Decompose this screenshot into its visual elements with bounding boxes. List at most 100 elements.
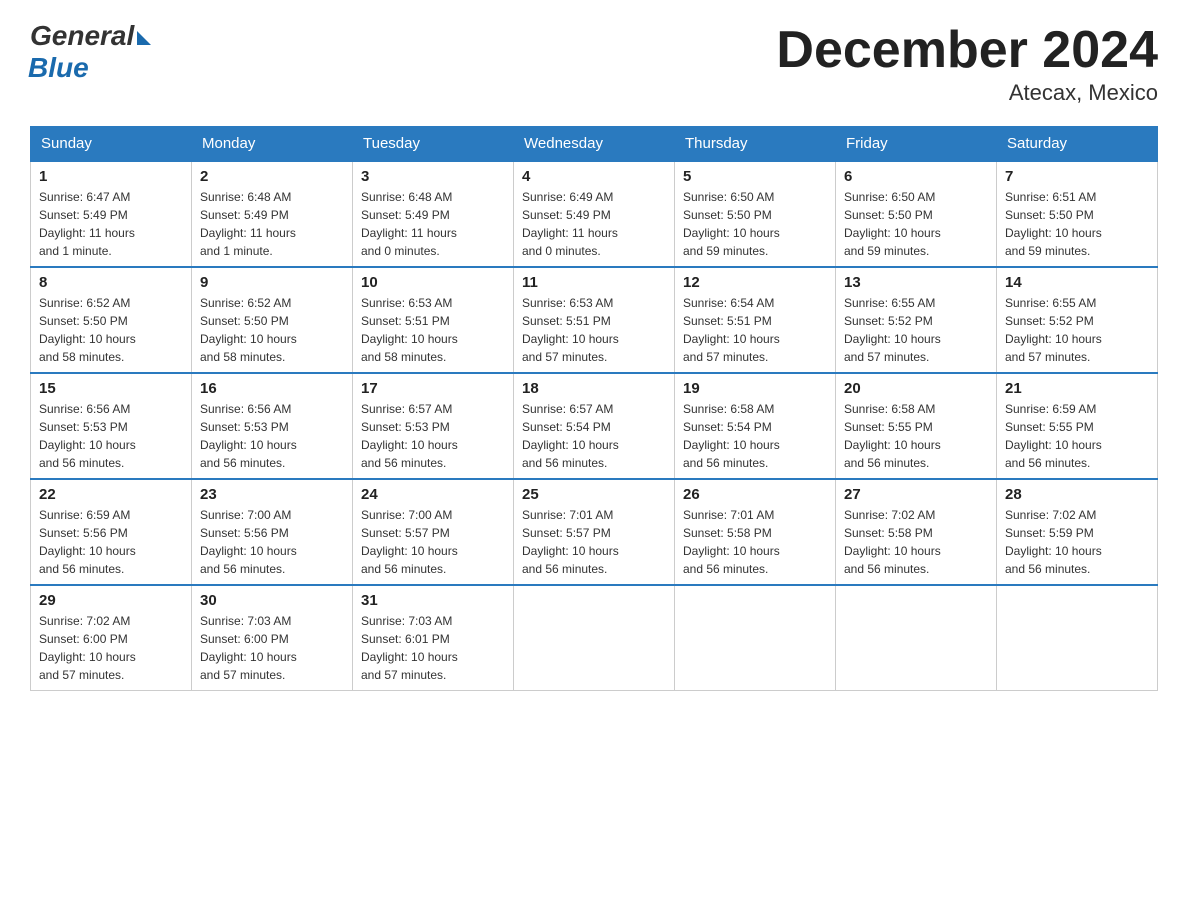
table-row (514, 585, 675, 691)
table-row: 29 Sunrise: 7:02 AM Sunset: 6:00 PM Dayli… (31, 585, 192, 691)
calendar-row: 29 Sunrise: 7:02 AM Sunset: 6:00 PM Dayli… (31, 585, 1158, 691)
table-row: 9Sunrise: 6:52 AM Sunset: 5:50 PM Daylig… (192, 267, 353, 373)
day-number: 27 (844, 486, 988, 503)
day-info: Sunrise: 7:02 AM Sunset: 5:58 PM Dayligh… (844, 506, 988, 578)
day-number: 20 (844, 380, 988, 397)
day-info: Sunrise: 6:48 AM Sunset: 5:49 PM Dayligh… (361, 188, 505, 260)
calendar-row: 22 Sunrise: 6:59 AM Sunset: 5:56 PM Dayli… (31, 479, 1158, 585)
table-row: 18 Sunrise: 6:57 AM Sunset: 5:54 PM Dayli… (514, 373, 675, 479)
header-row: Sunday Monday Tuesday Wednesday Thursday… (31, 127, 1158, 162)
day-number: 26 (683, 486, 827, 503)
table-row: 23 Sunrise: 7:00 AM Sunset: 5:56 PM Dayli… (192, 479, 353, 585)
day-number: 23 (200, 486, 344, 503)
table-row: 11 Sunrise: 6:53 AM Sunset: 5:51 PM Dayli… (514, 267, 675, 373)
day-number: 13 (844, 274, 988, 291)
table-row: 20 Sunrise: 6:58 AM Sunset: 5:55 PM Dayli… (836, 373, 997, 479)
day-info: Sunrise: 6:59 AM Sunset: 5:56 PM Dayligh… (39, 506, 183, 578)
day-info: Sunrise: 7:00 AM Sunset: 5:56 PM Dayligh… (200, 506, 344, 578)
logo-blue-text: Blue (28, 52, 89, 84)
table-row: 26 Sunrise: 7:01 AM Sunset: 5:58 PM Dayli… (675, 479, 836, 585)
table-row: 28 Sunrise: 7:02 AM Sunset: 5:59 PM Dayli… (997, 479, 1158, 585)
table-row (675, 585, 836, 691)
day-info: Sunrise: 7:00 AM Sunset: 5:57 PM Dayligh… (361, 506, 505, 578)
day-info: Sunrise: 6:59 AM Sunset: 5:55 PM Dayligh… (1005, 400, 1149, 472)
table-row: 16 Sunrise: 6:56 AM Sunset: 5:53 PM Dayli… (192, 373, 353, 479)
day-number: 3 (361, 168, 505, 185)
day-number: 31 (361, 592, 505, 609)
day-info: Sunrise: 6:54 AM Sunset: 5:51 PM Dayligh… (683, 294, 827, 366)
day-info: Sunrise: 6:49 AM Sunset: 5:49 PM Dayligh… (522, 188, 666, 260)
title-section: December 2024 Atecax, Mexico (776, 20, 1158, 106)
day-info: Sunrise: 6:56 AM Sunset: 5:53 PM Dayligh… (200, 400, 344, 472)
calendar-row: 8Sunrise: 6:52 AM Sunset: 5:50 PM Daylig… (31, 267, 1158, 373)
day-number: 29 (39, 592, 183, 609)
day-info: Sunrise: 6:55 AM Sunset: 5:52 PM Dayligh… (844, 294, 988, 366)
day-info: Sunrise: 7:03 AM Sunset: 6:00 PM Dayligh… (200, 612, 344, 684)
col-sunday: Sunday (31, 127, 192, 162)
table-row: 3 Sunrise: 6:48 AM Sunset: 5:49 PM Daylig… (353, 161, 514, 267)
table-row: 22 Sunrise: 6:59 AM Sunset: 5:56 PM Dayli… (31, 479, 192, 585)
day-number: 28 (1005, 486, 1149, 503)
day-number: 19 (683, 380, 827, 397)
month-title: December 2024 (776, 20, 1158, 80)
day-number: 22 (39, 486, 183, 503)
calendar-row: 1 Sunrise: 6:47 AM Sunset: 5:49 PM Daylig… (31, 161, 1158, 267)
day-number: 25 (522, 486, 666, 503)
table-row (836, 585, 997, 691)
day-number: 24 (361, 486, 505, 503)
logo: General Blue (30, 20, 151, 84)
day-info: Sunrise: 6:47 AM Sunset: 5:49 PM Dayligh… (39, 188, 183, 260)
table-row: 21 Sunrise: 6:59 AM Sunset: 5:55 PM Dayli… (997, 373, 1158, 479)
table-row: 24 Sunrise: 7:00 AM Sunset: 5:57 PM Dayli… (353, 479, 514, 585)
day-info: Sunrise: 6:57 AM Sunset: 5:53 PM Dayligh… (361, 400, 505, 472)
day-info: Sunrise: 6:55 AM Sunset: 5:52 PM Dayligh… (1005, 294, 1149, 366)
day-number: 11 (522, 274, 666, 291)
day-info: Sunrise: 6:50 AM Sunset: 5:50 PM Dayligh… (844, 188, 988, 260)
table-row: 14Sunrise: 6:55 AM Sunset: 5:52 PM Dayli… (997, 267, 1158, 373)
day-info: Sunrise: 6:50 AM Sunset: 5:50 PM Dayligh… (683, 188, 827, 260)
table-row: 4Sunrise: 6:49 AM Sunset: 5:49 PM Daylig… (514, 161, 675, 267)
col-saturday: Saturday (997, 127, 1158, 162)
day-info: Sunrise: 6:52 AM Sunset: 5:50 PM Dayligh… (39, 294, 183, 366)
day-info: Sunrise: 7:01 AM Sunset: 5:58 PM Dayligh… (683, 506, 827, 578)
table-row: 10 Sunrise: 6:53 AM Sunset: 5:51 PM Dayli… (353, 267, 514, 373)
table-row: 12 Sunrise: 6:54 AM Sunset: 5:51 PM Dayli… (675, 267, 836, 373)
day-number: 21 (1005, 380, 1149, 397)
day-info: Sunrise: 6:51 AM Sunset: 5:50 PM Dayligh… (1005, 188, 1149, 260)
page-header: General Blue December 2024 Atecax, Mexic… (30, 20, 1158, 106)
day-info: Sunrise: 7:03 AM Sunset: 6:01 PM Dayligh… (361, 612, 505, 684)
location: Atecax, Mexico (776, 80, 1158, 106)
day-number: 15 (39, 380, 183, 397)
table-row (997, 585, 1158, 691)
day-number: 18 (522, 380, 666, 397)
col-thursday: Thursday (675, 127, 836, 162)
day-number: 10 (361, 274, 505, 291)
day-info: Sunrise: 6:53 AM Sunset: 5:51 PM Dayligh… (361, 294, 505, 366)
col-friday: Friday (836, 127, 997, 162)
day-number: 5 (683, 168, 827, 185)
col-tuesday: Tuesday (353, 127, 514, 162)
day-number: 6 (844, 168, 988, 185)
calendar-table: Sunday Monday Tuesday Wednesday Thursday… (30, 126, 1158, 691)
day-number: 1 (39, 168, 183, 185)
table-row: 30Sunrise: 7:03 AM Sunset: 6:00 PM Dayli… (192, 585, 353, 691)
table-row: 25Sunrise: 7:01 AM Sunset: 5:57 PM Dayli… (514, 479, 675, 585)
table-row: 17 Sunrise: 6:57 AM Sunset: 5:53 PM Dayli… (353, 373, 514, 479)
day-number: 16 (200, 380, 344, 397)
day-info: Sunrise: 6:57 AM Sunset: 5:54 PM Dayligh… (522, 400, 666, 472)
col-monday: Monday (192, 127, 353, 162)
col-wednesday: Wednesday (514, 127, 675, 162)
table-row: 7Sunrise: 6:51 AM Sunset: 5:50 PM Daylig… (997, 161, 1158, 267)
day-number: 12 (683, 274, 827, 291)
day-number: 17 (361, 380, 505, 397)
logo-general-text: General (30, 20, 134, 52)
day-info: Sunrise: 6:56 AM Sunset: 5:53 PM Dayligh… (39, 400, 183, 472)
day-info: Sunrise: 6:58 AM Sunset: 5:55 PM Dayligh… (844, 400, 988, 472)
table-row: 27 Sunrise: 7:02 AM Sunset: 5:58 PM Dayli… (836, 479, 997, 585)
day-info: Sunrise: 6:52 AM Sunset: 5:50 PM Dayligh… (200, 294, 344, 366)
day-info: Sunrise: 6:53 AM Sunset: 5:51 PM Dayligh… (522, 294, 666, 366)
calendar-row: 15 Sunrise: 6:56 AM Sunset: 5:53 PM Dayli… (31, 373, 1158, 479)
day-info: Sunrise: 6:48 AM Sunset: 5:49 PM Dayligh… (200, 188, 344, 260)
day-info: Sunrise: 7:02 AM Sunset: 6:00 PM Dayligh… (39, 612, 183, 684)
day-info: Sunrise: 7:02 AM Sunset: 5:59 PM Dayligh… (1005, 506, 1149, 578)
